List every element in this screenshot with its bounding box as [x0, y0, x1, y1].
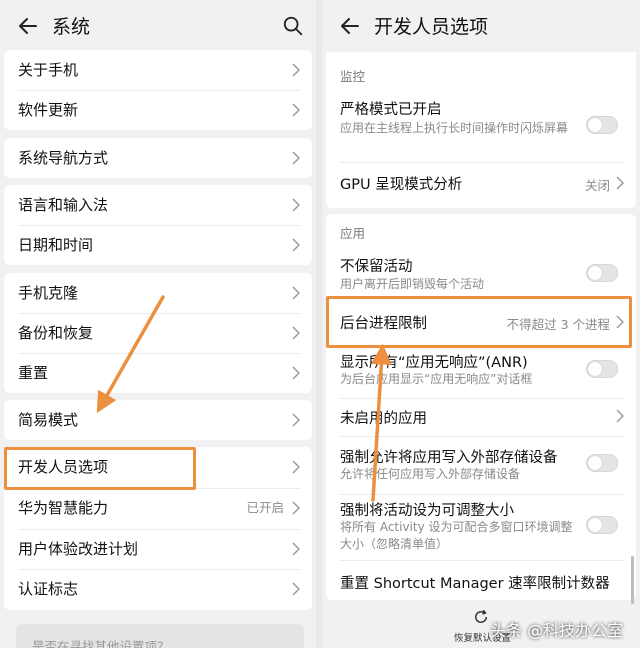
divider: [340, 494, 624, 495]
force-external-title: 强制允许将应用写入外部存储设备: [340, 450, 558, 466]
item-label: 简易模式: [18, 411, 79, 429]
back-arrow-icon[interactable]: [16, 14, 40, 38]
bg-limit-value: 不得超过 3 个进程: [506, 317, 610, 332]
developer-options-panel: 开发人员选项 监控 严格模式已开启 应用在主线程上执行长时间操作时闪烁屏幕 GP…: [322, 0, 640, 648]
gpu-render-value: 关闭: [584, 178, 610, 193]
system-settings-panel: 系统 关于手机 软件更新 系统导航方式 语言和输入法 日期和时间 手机克隆 备份…: [0, 0, 316, 648]
chevron-right-icon: [616, 409, 624, 423]
footer-hint-card[interactable]: 是否在寻找其他设置项？: [16, 624, 304, 648]
section-header-apps: 应用: [340, 226, 366, 241]
item-software-update[interactable]: 软件更新: [4, 90, 312, 130]
settings-card: 关于手机 软件更新: [4, 50, 312, 130]
settings-card: 系统导航方式: [4, 138, 312, 178]
item-label: 备份和恢复: [18, 324, 94, 342]
chevron-right-icon: [292, 460, 300, 474]
strict-mode-desc: 应用在主线程上执行长时间操作时闪烁屏幕: [340, 121, 569, 135]
footer-hint-text: 是否在寻找其他设置项？: [32, 639, 170, 648]
scrollbar[interactable]: [631, 556, 634, 604]
section-header-monitor: 监控: [340, 69, 366, 84]
item-certification[interactable]: 认证标志: [4, 569, 312, 609]
chevron-right-icon: [292, 582, 300, 596]
inactive-apps-title: 未启用的应用: [340, 411, 427, 427]
chevron-right-icon: [292, 198, 300, 212]
chevron-right-icon: [616, 176, 624, 190]
item-label: 日期和时间: [18, 236, 94, 254]
chevron-right-icon: [292, 326, 300, 340]
right-header: 开发人员选项: [322, 0, 640, 52]
item-phone-clone[interactable]: 手机克隆: [4, 273, 312, 313]
settings-card: 开发人员选项 华为智慧能力 已开启 用户体验改进计划 认证标志: [4, 447, 312, 610]
force-resizable-toggle[interactable]: [586, 516, 618, 534]
bg-limit-title: 后台进程限制: [340, 316, 427, 332]
item-label: 软件更新: [18, 101, 79, 119]
force-resizable-title: 强制将活动设为可调整大小: [340, 503, 514, 519]
dont-keep-title: 不保留活动: [340, 259, 413, 275]
chevron-right-icon: [292, 103, 300, 117]
chevron-right-icon: [292, 542, 300, 556]
item-label: 开发人员选项: [18, 458, 109, 476]
item-label: 华为智慧能力: [18, 499, 109, 517]
chevron-right-icon: [292, 238, 300, 252]
item-date-time[interactable]: 日期和时间: [4, 225, 312, 265]
refresh-icon: [475, 609, 488, 623]
item-language-input[interactable]: 语言和输入法: [4, 185, 312, 225]
divider: [340, 398, 624, 399]
item-user-experience[interactable]: 用户体验改进计划: [4, 529, 312, 569]
item-label: 手机克隆: [18, 284, 79, 302]
strict-mode-title: 严格模式已开启: [340, 102, 442, 118]
item-label: 关于手机: [18, 61, 79, 79]
left-header: 系统: [0, 0, 316, 52]
chevron-right-icon: [292, 501, 300, 515]
chevron-right-icon: [292, 413, 300, 427]
strict-mode-toggle[interactable]: [586, 116, 618, 134]
item-label: 重置: [18, 364, 49, 382]
item-navigation-mode[interactable]: 系统导航方式: [4, 138, 312, 178]
gpu-render-title: GPU 呈现模式分析: [340, 177, 463, 193]
settings-card: 简易模式: [4, 400, 312, 440]
item-reset[interactable]: 重置: [4, 353, 312, 393]
divider: [340, 560, 624, 561]
anr-title: 显示所有“应用无响应”(ANR): [340, 355, 528, 371]
settings-card: 手机克隆 备份和恢复 重置: [4, 273, 312, 393]
chevron-right-icon: [292, 366, 300, 380]
reset-shortcut-title: 重置 Shortcut Manager 速率限制计数器: [340, 576, 610, 592]
force-resizable-desc: 将所有 Activity 设为可配合多窗口环境调整大小（忽略清单值）: [340, 520, 573, 551]
page-title: 开发人员选项: [374, 16, 489, 38]
item-simple-mode[interactable]: 简易模式: [4, 400, 312, 440]
chevron-right-icon: [292, 151, 300, 165]
divider: [340, 436, 624, 437]
item-label: 认证标志: [18, 580, 79, 598]
item-status-value: 已开启: [246, 500, 284, 515]
item-huawei-smart[interactable]: 华为智慧能力 已开启: [4, 488, 312, 528]
back-arrow-icon[interactable]: [338, 14, 362, 38]
divider: [340, 162, 624, 163]
item-label: 用户体验改进计划: [18, 540, 139, 558]
item-label: 语言和输入法: [18, 196, 109, 214]
apps-card: 应用 不保留活动 用户离开后即销毁每个活动 后台进程限制 不得超过 3 个进程 …: [326, 214, 636, 600]
settings-card: 语言和输入法 日期和时间: [4, 185, 312, 265]
search-icon[interactable]: [282, 15, 304, 37]
anr-desc: 为后台应用显示“应用无响应”对话框: [340, 372, 533, 386]
item-backup-restore[interactable]: 备份和恢复: [4, 313, 312, 353]
dont-keep-desc: 用户离开后即销毁每个活动: [340, 277, 485, 291]
force-external-toggle[interactable]: [586, 454, 618, 472]
watermark-text: 头条 @科技办公室: [490, 621, 624, 640]
item-label: 系统导航方式: [18, 149, 109, 167]
monitor-card: 监控 严格模式已开启 应用在主线程上执行长时间操作时闪烁屏幕 GPU 呈现模式分…: [326, 52, 636, 208]
chevron-right-icon: [292, 63, 300, 77]
anr-toggle[interactable]: [586, 360, 618, 378]
item-developer-options[interactable]: 开发人员选项: [4, 447, 312, 487]
force-external-desc: 允许将任何应用写入外部存储设备: [340, 467, 521, 481]
chevron-right-icon: [616, 315, 624, 329]
chevron-right-icon: [292, 286, 300, 300]
page-title: 系统: [52, 16, 91, 38]
dont-keep-toggle[interactable]: [586, 264, 618, 282]
item-about-phone[interactable]: 关于手机: [4, 50, 312, 90]
